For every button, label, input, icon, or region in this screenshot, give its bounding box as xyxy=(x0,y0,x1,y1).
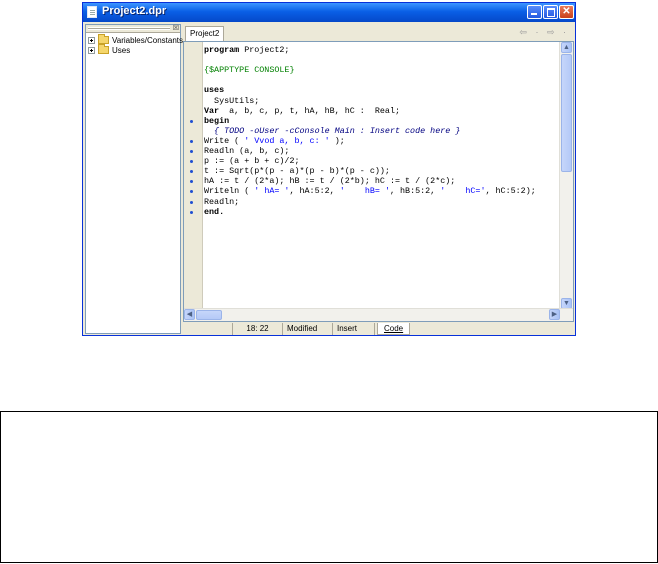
code-line[interactable]: begin xyxy=(204,116,229,126)
panel-grip[interactable]: ☒ xyxy=(86,25,180,33)
title-bar[interactable]: Project2.dpr ✕ xyxy=(83,3,575,22)
code-line[interactable]: Var a, b, c, p, t, hA, hB, hC : Real; xyxy=(204,106,400,116)
breakpoint-dot-icon[interactable] xyxy=(190,119,193,123)
breakpoint-dot-icon[interactable] xyxy=(190,160,193,164)
code-token: hA := t / (2*a); hB := t / (2*b); hC := … xyxy=(204,176,456,187)
breakpoint-dot-icon[interactable] xyxy=(190,190,193,194)
code-token: ' hB= ' xyxy=(339,186,390,197)
cursor-position: 18: 22 xyxy=(233,323,283,335)
code-token: ' hC=' xyxy=(440,186,486,197)
breakpoint-dot-icon[interactable] xyxy=(190,200,193,204)
code-token: Project2; xyxy=(239,45,290,55)
code-token: Writeln ( xyxy=(204,186,255,197)
code-line[interactable]: uses xyxy=(204,85,224,95)
folder-icon xyxy=(98,44,109,54)
code-line[interactable]: end. xyxy=(204,207,224,217)
code-token: program xyxy=(204,45,240,55)
code-token: ); xyxy=(329,135,345,146)
code-token: p := (a + b + c)/2; xyxy=(204,156,300,167)
code-token: SysUtils; xyxy=(204,95,260,106)
code-line[interactable]: Write ( ' Vvod a, b, c: ' ); xyxy=(204,136,345,146)
editor-tab-bar: Project2 ⇦ · ⇨ · xyxy=(183,24,573,41)
code-token: { TODO -oUser -cConsole Main : Insert co… xyxy=(204,125,461,136)
maximize-button[interactable] xyxy=(543,5,558,19)
code-token: end. xyxy=(204,206,225,217)
tab-code[interactable]: Code xyxy=(377,323,411,335)
code-line[interactable]: Readln; xyxy=(204,197,239,207)
code-token: uses xyxy=(204,85,225,96)
breakpoint-dot-icon[interactable] xyxy=(190,180,193,184)
scroll-up-button[interactable]: ▲ xyxy=(561,42,572,53)
navigation-arrows[interactable]: ⇦ · ⇨ · xyxy=(519,27,569,38)
code-tab-label: Code xyxy=(384,324,404,333)
code-line[interactable]: SysUtils; xyxy=(204,96,259,106)
status-bar: 18: 22 Modified Insert Code xyxy=(183,323,574,335)
code-line[interactable]: { TODO -oUser -cConsole Main : Insert co… xyxy=(204,126,460,136)
code-editor[interactable]: program Project2; {$APPTYPE CONSOLE} uses … xyxy=(183,41,574,322)
expand-icon[interactable] xyxy=(88,36,95,44)
ide-window: Project2.dpr ✕ ☒ Variables/Constants Use… xyxy=(82,2,576,336)
code-token: Readln; xyxy=(204,196,240,207)
window-title: Project2.dpr xyxy=(102,5,167,17)
scroll-thumb[interactable] xyxy=(561,54,572,172)
code-line[interactable]: hA := t / (2*a); hB := t / (2*b); hC := … xyxy=(204,176,455,186)
scroll-left-button[interactable]: ◀ xyxy=(184,309,195,320)
breakpoint-dot-icon[interactable] xyxy=(190,139,193,143)
code-token: {$APPTYPE CONSOLE} xyxy=(204,65,295,76)
insert-mode-indicator: Insert xyxy=(333,323,375,335)
minimize-button[interactable] xyxy=(527,5,542,19)
code-line[interactable]: t := Sqrt(p*(p - a)*(p - b)*(p - c)); xyxy=(204,166,390,176)
code-line[interactable]: program Project2; xyxy=(204,45,289,55)
code-line[interactable]: Writeln ( ' hA= ', hA:5:2, ' hB= ', hB:5… xyxy=(204,186,536,196)
breakpoint-dot-icon[interactable] xyxy=(190,170,193,174)
expand-icon[interactable] xyxy=(88,46,95,54)
vertical-scrollbar[interactable]: ▲ ▼ xyxy=(559,42,573,310)
tree-item-label: Uses xyxy=(112,45,131,55)
code-line[interactable]: {$APPTYPE CONSOLE} xyxy=(204,65,294,75)
document-icon xyxy=(87,6,97,18)
breakpoint-dot-icon[interactable] xyxy=(190,150,193,153)
code-line[interactable]: Readln (a, b, c); xyxy=(204,146,289,156)
modified-indicator: Modified xyxy=(283,323,333,335)
editor-gutter xyxy=(184,42,203,321)
code-token: begin xyxy=(204,115,230,126)
code-token: a, b, c, p, t, hA, hB, hC : Real; xyxy=(219,105,401,116)
horizontal-scroll-thumb[interactable] xyxy=(196,310,222,320)
breakpoint-dot-icon[interactable] xyxy=(190,210,193,214)
code-token: Readln (a, b, c); xyxy=(204,146,290,156)
folder-icon xyxy=(98,34,109,44)
panel-close-icon[interactable]: ☒ xyxy=(173,25,179,32)
code-token: , hB:5:2, xyxy=(389,186,441,197)
code-line[interactable]: p := (a + b + c)/2; xyxy=(204,156,300,166)
code-token: , hC:5:2); xyxy=(485,186,536,197)
code-token: Write ( xyxy=(204,135,245,146)
tree-item-uses[interactable]: Uses xyxy=(88,44,131,55)
close-button[interactable]: ✕ xyxy=(559,5,574,19)
tab-project2[interactable]: Project2 xyxy=(185,26,225,41)
scroll-right-button[interactable]: ▶ xyxy=(549,309,560,320)
horizontal-scrollbar[interactable]: ◀ ▶ xyxy=(184,308,573,321)
status-spacer xyxy=(183,323,233,335)
code-token: t := Sqrt(p*(p - a)*(p - b)*(p - c)); xyxy=(204,166,390,177)
answer-box[interactable] xyxy=(0,411,658,563)
code-token: , hA:5:2, xyxy=(289,186,340,197)
code-token: ' hA= ' xyxy=(254,186,290,197)
code-token: Var xyxy=(204,105,220,116)
tree-item-label: Variables/Constants xyxy=(112,35,183,45)
code-explorer-panel: ☒ Variables/Constants Uses xyxy=(85,24,183,334)
code-token: ' Vvod a, b, c: ' xyxy=(244,135,330,146)
